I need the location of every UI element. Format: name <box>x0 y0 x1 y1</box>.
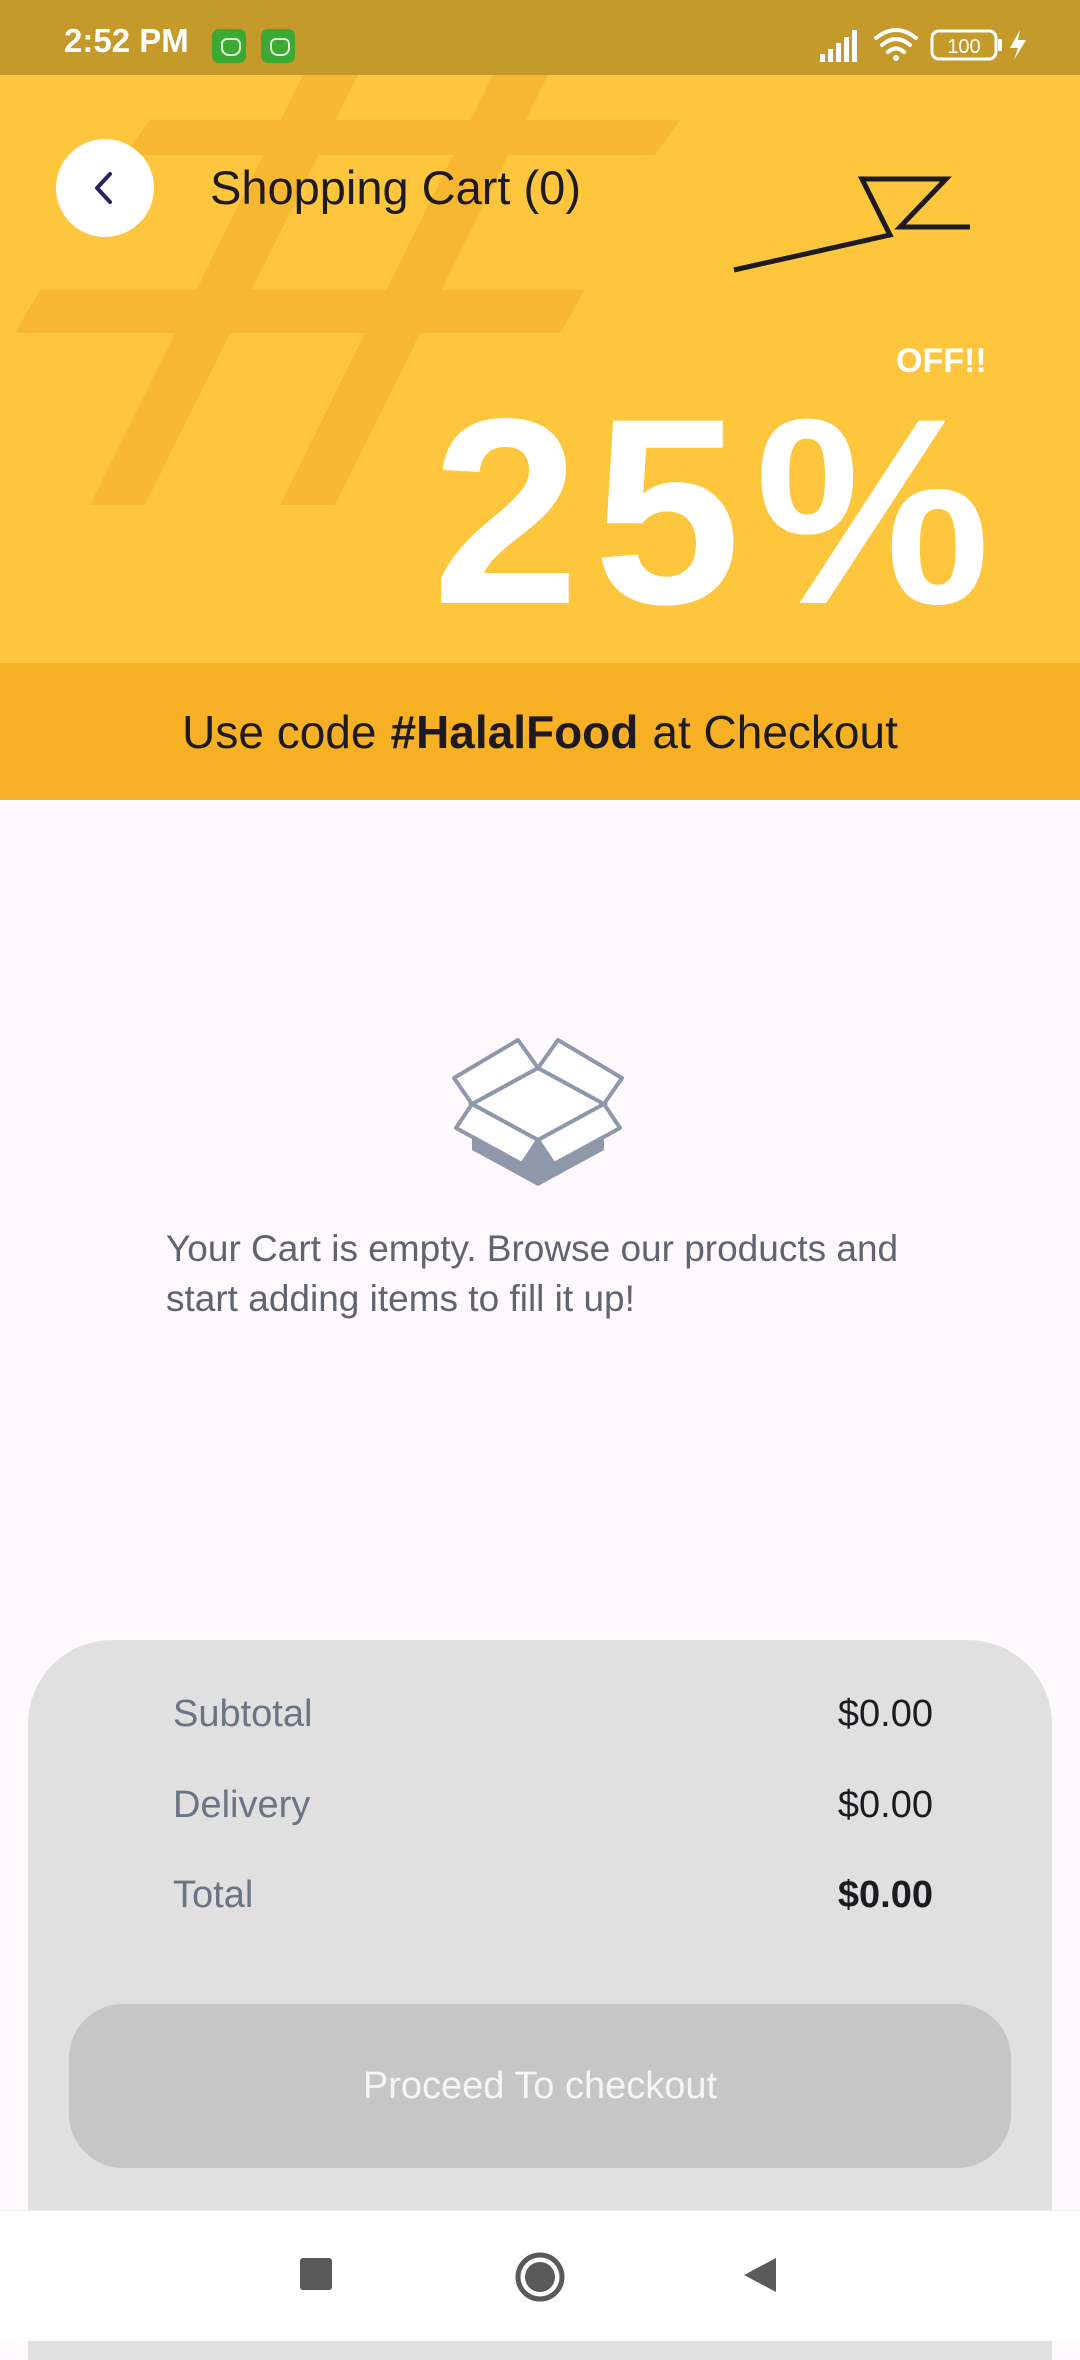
delivery-row: Delivery $0.00 <box>173 1784 933 1844</box>
wifi-icon <box>874 28 918 61</box>
total-value: $0.00 <box>837 1874 933 1916</box>
empty-cart-message: Your Cart is empty. Browse our products … <box>166 1228 899 1319</box>
total-row: Total $0.00 <box>173 1874 933 1934</box>
page-title: Shopping Cart (0) <box>210 161 581 214</box>
chevron-left-icon <box>95 172 112 204</box>
subtotal-label: Subtotal <box>173 1693 313 1735</box>
open-box-icon <box>452 1038 624 1186</box>
delivery-label: Delivery <box>173 1784 311 1826</box>
discount-percent: 25% <box>432 364 1005 660</box>
square-icon[interactable] <box>298 2256 334 2292</box>
total-label: Total <box>173 1874 254 1916</box>
triangle-back-icon[interactable] <box>742 2256 778 2294</box>
subtotal-row: Subtotal $0.00 <box>173 1693 933 1753</box>
charging-icon <box>1010 30 1026 60</box>
battery-icon: 100 <box>930 29 1002 61</box>
battery-level: 100 <box>947 36 980 58</box>
system-nav-bar <box>0 2210 1080 2341</box>
back-button[interactable] <box>56 139 154 237</box>
status-bar: 2:52 PM 100 <box>0 0 1080 75</box>
status-time: 2:52 PM <box>64 22 189 59</box>
circle-home-icon[interactable] <box>514 2251 566 2303</box>
promo-prefix: Use code <box>182 705 377 758</box>
header-banner: Shopping Cart (0) OFF!! 25% <box>0 75 1080 663</box>
app-notification-icon <box>212 29 246 63</box>
promo-code-bar: Use code #HalalFood at Checkout <box>0 663 1080 800</box>
signal-icon <box>820 30 857 62</box>
zigzag-decoration <box>733 176 970 273</box>
promo-code: #HalalFood <box>390 705 639 758</box>
promo-suffix: at Checkout <box>652 705 898 758</box>
delivery-value: $0.00 <box>837 1784 933 1826</box>
status-icons: 100 <box>820 28 1026 62</box>
subtotal-value: $0.00 <box>837 1693 933 1735</box>
app-notification-icon <box>261 29 295 63</box>
proceed-to-checkout-button[interactable]: Proceed To checkout <box>69 2004 1011 2168</box>
